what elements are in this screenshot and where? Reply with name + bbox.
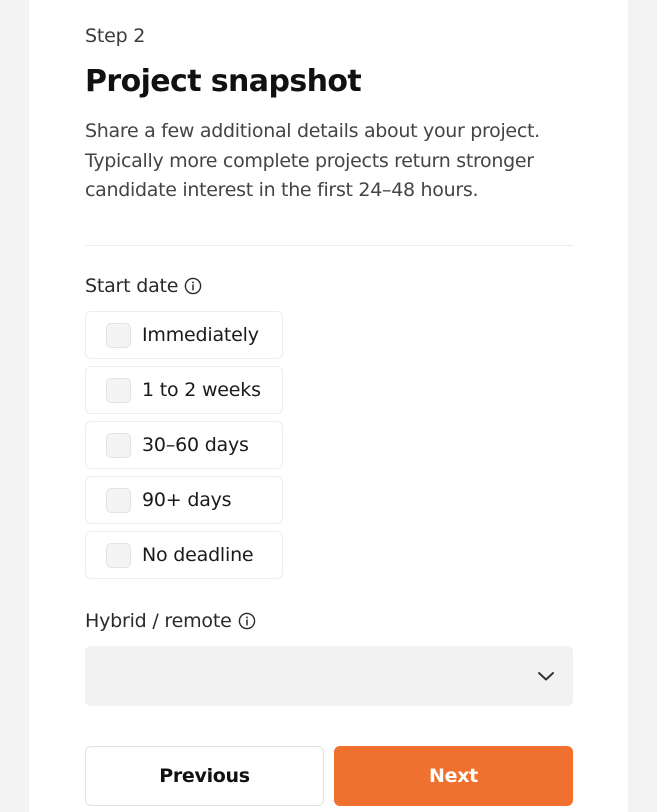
- start-date-option-90-plus-days[interactable]: 90+ days: [85, 476, 283, 524]
- previous-button[interactable]: Previous: [85, 746, 324, 806]
- checkbox[interactable]: [106, 432, 131, 458]
- chevron-down-icon: [538, 672, 554, 681]
- start-date-option-no-deadline[interactable]: No deadline: [85, 531, 283, 579]
- checkbox[interactable]: [106, 322, 131, 348]
- option-label: 1 to 2 weeks: [142, 379, 261, 401]
- start-date-options: Immediately 1 to 2 weeks 30–60 days 90+ …: [85, 311, 283, 586]
- next-button[interactable]: Next: [334, 746, 573, 806]
- option-label: 30–60 days: [142, 434, 249, 456]
- info-icon[interactable]: [238, 612, 256, 630]
- checkbox[interactable]: [106, 377, 131, 403]
- start-date-label-text: Start date: [85, 275, 179, 297]
- start-date-option-1-to-2-weeks[interactable]: 1 to 2 weeks: [85, 366, 283, 414]
- option-label: Immediately: [142, 324, 259, 346]
- form-card: Step 2 Project snapshot Share a few addi…: [29, 0, 628, 812]
- hybrid-remote-label: Hybrid / remote: [85, 610, 256, 632]
- option-label: 90+ days: [142, 489, 232, 511]
- hybrid-remote-label-text: Hybrid / remote: [85, 610, 232, 632]
- checkbox[interactable]: [106, 542, 131, 568]
- start-date-label: Start date: [85, 275, 202, 297]
- hybrid-remote-select[interactable]: [85, 646, 573, 706]
- step-indicator: Step 2: [85, 25, 146, 47]
- start-date-option-30-60-days[interactable]: 30–60 days: [85, 421, 283, 469]
- checkbox[interactable]: [106, 487, 131, 513]
- start-date-option-immediately[interactable]: Immediately: [85, 311, 283, 359]
- section-divider: [85, 245, 573, 246]
- info-icon[interactable]: [184, 277, 202, 295]
- page-description: Share a few additional details about you…: [85, 120, 540, 201]
- option-label: No deadline: [142, 544, 254, 566]
- page-title: Project snapshot: [85, 64, 362, 99]
